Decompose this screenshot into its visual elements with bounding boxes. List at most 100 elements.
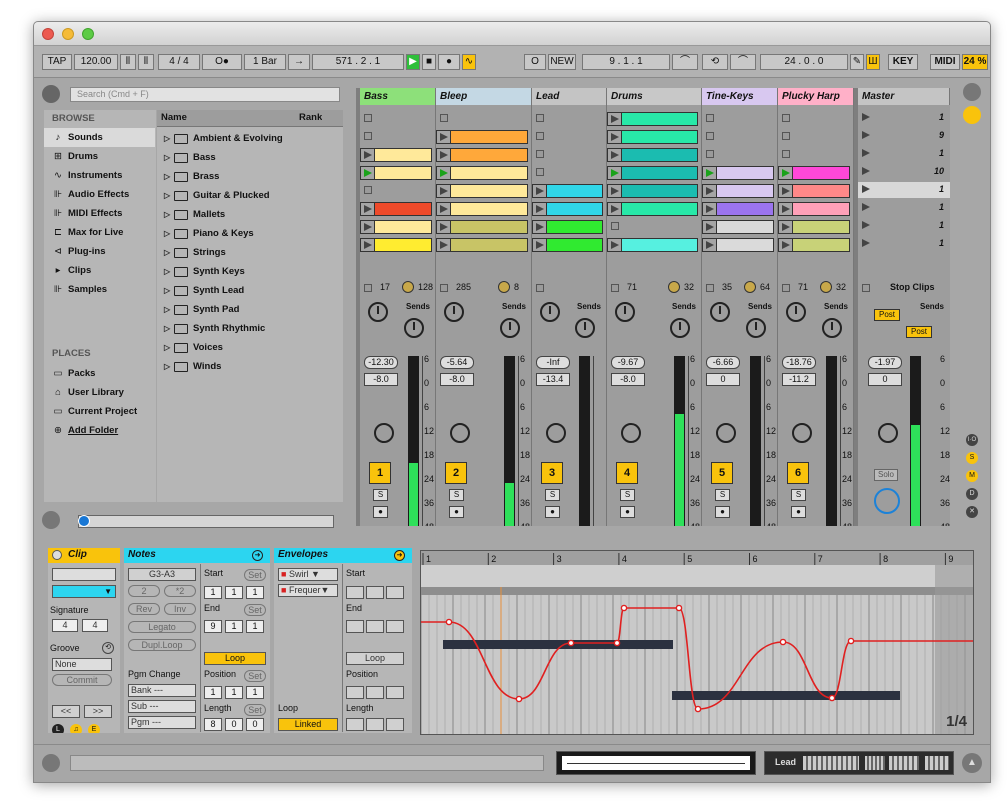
- clip-slot[interactable]: [436, 236, 532, 252]
- clip[interactable]: [607, 238, 698, 252]
- clip[interactable]: [436, 130, 528, 144]
- clip[interactable]: [778, 202, 850, 216]
- len-value[interactable]: 0: [246, 718, 264, 731]
- track-title[interactable]: Bass: [360, 88, 436, 105]
- keyboard-icon[interactable]: Ш: [866, 54, 880, 70]
- clip-slot[interactable]: [607, 182, 702, 198]
- clip[interactable]: [702, 184, 774, 198]
- start-set-button[interactable]: Set: [244, 569, 266, 581]
- clip-play-icon[interactable]: [533, 185, 547, 197]
- clip-play-icon[interactable]: [533, 203, 547, 215]
- name-column-header[interactable]: Name: [161, 112, 187, 123]
- arm-button[interactable]: ●: [545, 506, 560, 518]
- o-button[interactable]: O: [524, 54, 546, 70]
- expand-icon[interactable]: ▷: [164, 281, 170, 300]
- punch-in-switch[interactable]: ⌒: [672, 54, 698, 70]
- post-b-button[interactable]: Post: [906, 326, 932, 338]
- clip-slot[interactable]: [607, 128, 702, 144]
- env-position-beat[interactable]: [366, 686, 384, 699]
- clip-play-icon[interactable]: [437, 185, 451, 197]
- clip[interactable]: [360, 148, 432, 162]
- clip-play-icon[interactable]: [361, 239, 375, 251]
- clip-slot[interactable]: [436, 200, 532, 216]
- clip-play-icon[interactable]: [703, 221, 717, 233]
- loop-button[interactable]: Loop: [204, 652, 266, 665]
- track-title[interactable]: Bleep: [436, 88, 532, 105]
- clip-play-icon[interactable]: [703, 185, 717, 197]
- browser-category-max-for-live[interactable]: ⊏ Max for Live: [44, 223, 155, 242]
- clip-play-icon[interactable]: [361, 203, 375, 215]
- scene-play-icon[interactable]: [862, 239, 870, 247]
- folder-item[interactable]: ▷ Winds: [157, 357, 340, 376]
- browser-category-instruments[interactable]: ∿ Instruments: [44, 166, 155, 185]
- envelopes-menu-icon[interactable]: ➜: [394, 550, 405, 561]
- env-length-sixteenth[interactable]: [386, 718, 404, 731]
- stop-button-icon[interactable]: [782, 114, 790, 122]
- editor-canvas[interactable]: 1 2 3 4 5 6 7 8 9: [421, 551, 974, 735]
- scene-launch[interactable]: 1: [858, 236, 950, 252]
- folder-item[interactable]: ▷ Synth Rhythmic: [157, 319, 340, 338]
- stop-button-icon[interactable]: [536, 168, 544, 176]
- clip-color-select[interactable]: ▼: [52, 585, 116, 598]
- pos-value[interactable]: 1: [225, 686, 243, 699]
- send-a-knob[interactable]: [710, 302, 730, 322]
- expand-icon[interactable]: ▷: [164, 262, 170, 281]
- pan-dial-icon[interactable]: [402, 281, 414, 293]
- clip-slot[interactable]: [702, 146, 778, 162]
- double-tempo-button[interactable]: *2: [164, 585, 196, 597]
- signature-denominator[interactable]: 4: [82, 619, 108, 632]
- track-activator-button[interactable]: 6: [787, 462, 809, 484]
- overdub-button[interactable]: ∿: [462, 54, 476, 70]
- clip[interactable]: [607, 166, 698, 180]
- clip[interactable]: [607, 184, 698, 198]
- pan-dial-icon[interactable]: [744, 281, 756, 293]
- clip-slot[interactable]: [702, 110, 778, 126]
- stop-clips-button[interactable]: Stop Clips: [890, 282, 935, 292]
- clip-play-icon[interactable]: [703, 239, 717, 251]
- stop-button-icon[interactable]: [706, 114, 714, 122]
- commit-button[interactable]: Commit: [52, 674, 112, 686]
- device-select[interactable]: ■ Swirl ▼: [278, 568, 338, 581]
- env-length-bar[interactable]: [346, 718, 364, 731]
- track-activator-button[interactable]: 3: [541, 462, 563, 484]
- start-value[interactable]: 1: [204, 586, 222, 599]
- send-b-knob[interactable]: [575, 318, 595, 338]
- stop-button-icon[interactable]: [364, 186, 372, 194]
- track-title[interactable]: Tine-Keys: [702, 88, 778, 105]
- clip[interactable]: [607, 202, 698, 216]
- clip[interactable]: [436, 202, 528, 216]
- device-chain-overview[interactable]: Lead: [764, 751, 954, 775]
- expand-icon[interactable]: ▷: [164, 319, 170, 338]
- clip-slot[interactable]: [436, 164, 532, 180]
- scene-launch[interactable]: 1: [858, 200, 950, 216]
- clip[interactable]: [436, 184, 528, 198]
- clip[interactable]: [702, 166, 774, 180]
- browser-category-sounds[interactable]: ♪ Sounds: [44, 128, 155, 147]
- clip[interactable]: [436, 166, 528, 180]
- clip-slot[interactable]: [436, 218, 532, 234]
- browser-category-plug-ins[interactable]: ⊲ Plug-ins: [44, 242, 155, 261]
- clip-slot[interactable]: [607, 200, 702, 216]
- clip[interactable]: [607, 148, 698, 162]
- clip-slot[interactable]: [607, 110, 702, 126]
- clip-slot[interactable]: [532, 146, 607, 162]
- tempo-field[interactable]: 120.00: [74, 54, 118, 70]
- preview-icon[interactable]: [78, 515, 90, 527]
- clip-slot[interactable]: [360, 128, 436, 144]
- clip-slot[interactable]: [702, 236, 778, 252]
- sends-toggle-icon[interactable]: S: [966, 452, 978, 464]
- clip-slot[interactable]: [702, 128, 778, 144]
- preview-bar[interactable]: [78, 515, 334, 528]
- env-end-bar[interactable]: [346, 620, 364, 633]
- end-value[interactable]: 1: [246, 620, 264, 633]
- clip[interactable]: [360, 220, 432, 234]
- track-activator-button[interactable]: 4: [616, 462, 638, 484]
- pan-dial-icon[interactable]: [668, 281, 680, 293]
- scene-play-icon[interactable]: [862, 149, 870, 157]
- clip-slot[interactable]: [360, 200, 436, 216]
- pan-knob[interactable]: [450, 423, 470, 443]
- expand-icon[interactable]: ▷: [164, 300, 170, 319]
- env-position-sixteenth[interactable]: [386, 686, 404, 699]
- end-set-button[interactable]: Set: [244, 604, 266, 616]
- pan-dial-icon[interactable]: [820, 281, 832, 293]
